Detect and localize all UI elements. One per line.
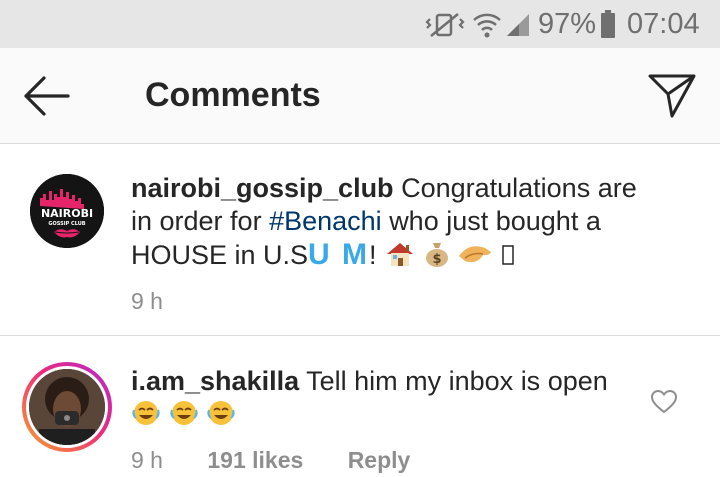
logo-text-sub: GOSSIP CLUB	[48, 221, 85, 227]
house-emoji-icon	[387, 243, 414, 266]
profile-photo-icon	[29, 369, 105, 445]
back-button[interactable]	[18, 72, 74, 120]
status-bar: 97% 07:04	[0, 0, 720, 48]
like-button[interactable]	[650, 389, 678, 415]
caption-exclamation: !	[369, 240, 377, 270]
comment-meta: 9 h 191 likes Reply	[131, 447, 448, 474]
crying-laughing-emoji-icon	[207, 401, 235, 425]
avatar[interactable]: NAIROBI GOSSIP CLUB	[30, 174, 104, 248]
back-arrow-icon	[24, 76, 70, 116]
logo-text-main: NAIROBI	[41, 207, 93, 220]
direct-send-icon	[648, 74, 696, 118]
clapping-hands-emoji-icon	[459, 246, 492, 263]
nairobi-gossip-club-logo: NAIROBI GOSSIP CLUB	[30, 174, 104, 248]
crying-laughing-emoji-icon	[169, 401, 198, 425]
crying-laughing-emoji-icon	[132, 401, 160, 425]
wifi-icon	[473, 13, 501, 38]
hashtag-link[interactable]: #Benachi	[269, 206, 382, 236]
comment-timestamp: 9 h	[131, 447, 163, 473]
battery-percentage: 97%	[538, 8, 597, 40]
unknown-glyph-icon	[501, 245, 514, 265]
comment-username[interactable]: i.am_shakilla	[131, 366, 299, 396]
avatar[interactable]	[22, 362, 112, 452]
share-button[interactable]	[644, 68, 700, 124]
caption-meta: 9 h	[131, 288, 201, 315]
signal-icon	[507, 14, 529, 36]
post-caption: NAIROBI GOSSIP CLUB nairobi_gossip_club …	[0, 144, 720, 336]
comment-text: i.am_shakilla Tell him my inbox is open	[131, 365, 651, 432]
app-header: Comments	[0, 48, 720, 144]
money-bag-emoji-icon: $	[425, 243, 448, 267]
heart-outline-icon	[650, 389, 678, 414]
comment-item: i.am_shakilla Tell him my inbox is open …	[0, 337, 720, 477]
page-title: Comments	[145, 76, 321, 114]
caption-username[interactable]: nairobi_gossip_club	[131, 173, 394, 203]
caption-timestamp: 9 h	[131, 288, 163, 314]
avatar-ring-gap	[26, 366, 108, 448]
caption-text: nairobi_gossip_club Congratulations are …	[131, 172, 651, 272]
battery-icon	[601, 10, 615, 38]
mute-vibrate-icon	[425, 13, 465, 37]
reply-button[interactable]: Reply	[348, 447, 411, 474]
caption-um-text: U M	[308, 238, 370, 271]
likes-count-link[interactable]: 191 likes	[207, 447, 303, 474]
clock: 07:04	[627, 8, 700, 40]
svg-text:$: $	[432, 252, 441, 267]
comment-body: Tell him my inbox is open	[306, 366, 608, 396]
avatar-photo	[29, 369, 105, 445]
